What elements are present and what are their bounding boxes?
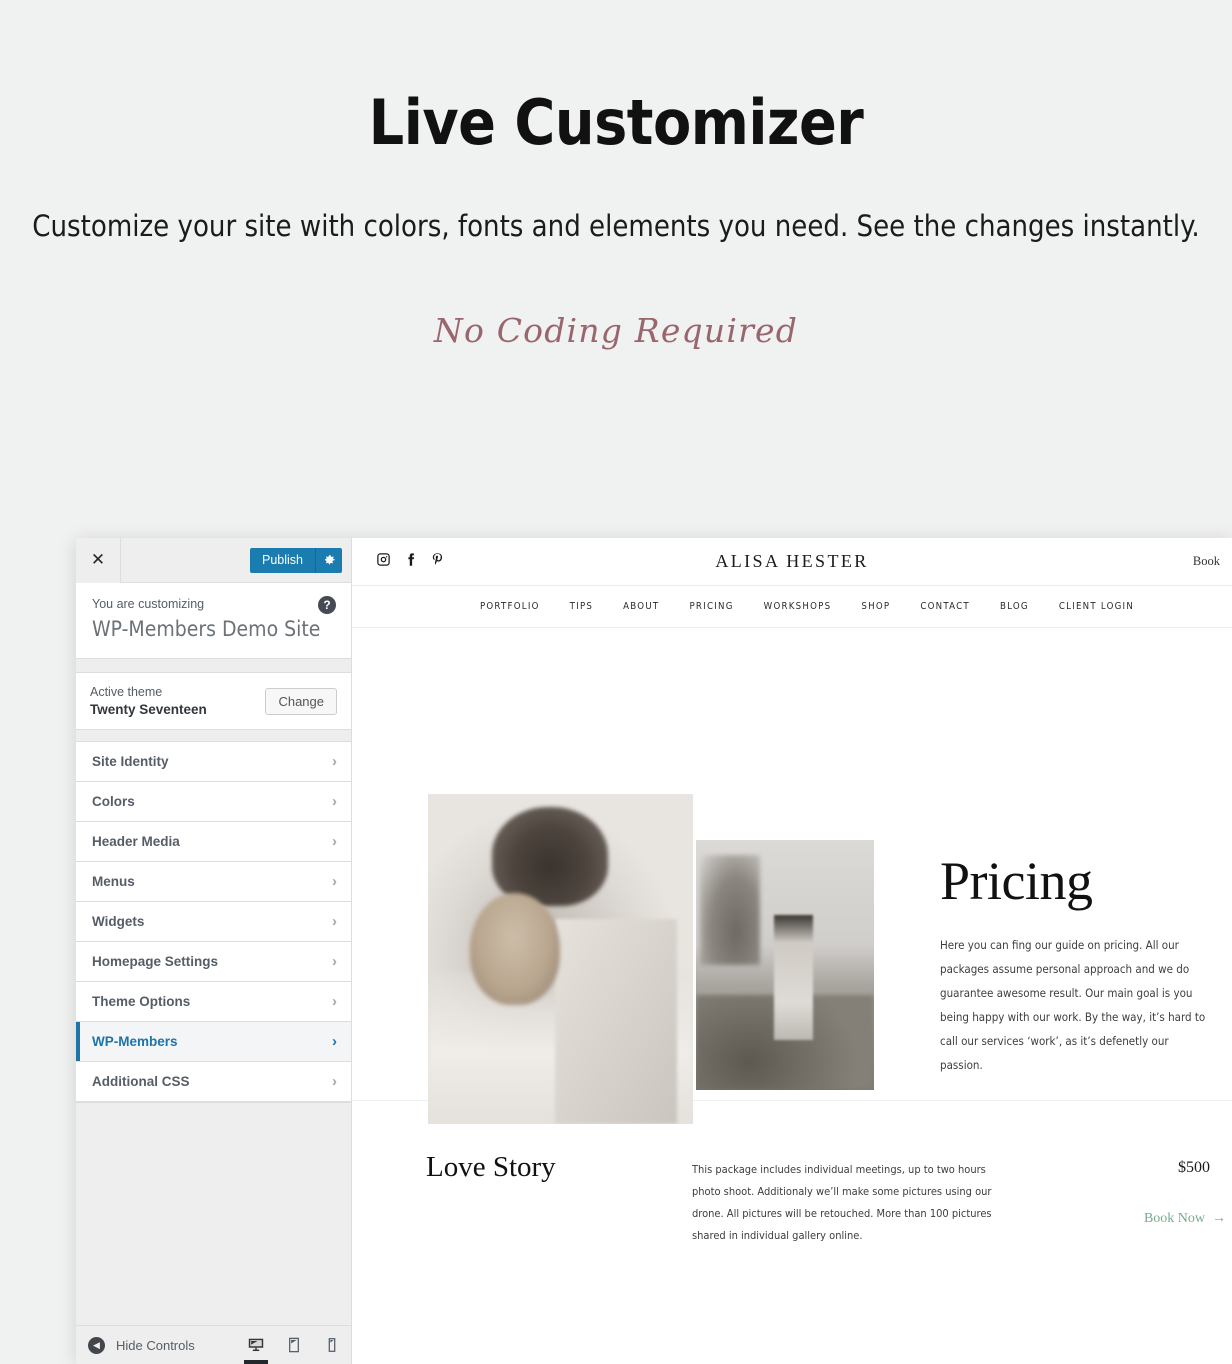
sidebar-item-header-media[interactable]: Header Media › [76,822,351,862]
nav-item-workshops[interactable]: WORKSHOPS [764,601,832,612]
sidebar-item-theme-options[interactable]: Theme Options › [76,982,351,1022]
sidebar-item-wp-members[interactable]: WP-Members › [76,1022,351,1062]
hero-section: Live Customizer Customize your site with… [0,0,1232,350]
pricing-copy: Pricing Here you can fing our guide on p… [940,850,1212,1077]
chevron-right-icon: › [332,1033,337,1050]
nav-item-about[interactable]: ABOUT [623,601,659,612]
publish-button[interactable]: Publish [250,547,315,573]
sidebar-item-label: Colors [92,794,135,809]
nav-item-tips[interactable]: TIPS [570,601,594,612]
pricing-body: Here you can fing our guide on pricing. … [940,938,1206,1072]
nav-item-blog[interactable]: BLOG [1000,601,1029,612]
sidebar-gap [76,659,351,673]
active-theme-text: Active theme Twenty Seventeen [90,685,265,717]
sidebar-gap-2 [76,730,351,742]
hide-controls-button[interactable]: ◀ Hide Controls [88,1336,195,1354]
gear-icon[interactable] [315,547,342,573]
active-theme-name: Twenty Seventeen [90,702,207,717]
tablet-icon[interactable] [275,1326,313,1364]
chevron-right-icon: › [332,1073,337,1090]
page-title: Live Customizer [368,86,864,159]
active-theme-panel: Active theme Twenty Seventeen Change [76,673,351,730]
instagram-icon[interactable] [376,552,391,572]
sidebar-item-homepage-settings[interactable]: Homepage Settings › [76,942,351,982]
collapse-left-icon: ◀ [88,1336,105,1354]
package-price: $500 [1178,1159,1210,1176]
couple-photo-small [696,840,874,1090]
chevron-right-icon: › [332,833,337,850]
mobile-icon[interactable] [313,1326,351,1364]
nav-item-portfolio[interactable]: PORTFOLIO [480,601,540,612]
site-header: ALISA HESTER Book [352,538,1232,586]
change-theme-button[interactable]: Change [265,687,337,715]
help-icon[interactable]: ? [318,596,336,614]
publish-group: Publish [250,547,342,573]
pinterest-icon[interactable] [430,552,445,572]
sidebar-item-label: Additional CSS [92,1074,190,1089]
package-title: Love Story [426,1151,556,1183]
page-root: Live Customizer Customize your site with… [0,0,1232,1364]
sidebar-item-widgets[interactable]: Widgets › [76,902,351,942]
couple-photo-large [428,794,693,1124]
chevron-right-icon: › [332,753,337,770]
customizer-menu: Site Identity › Colors › Header Media › … [76,742,351,1102]
sidebar-item-label: Theme Options [92,994,191,1009]
header-book-link[interactable]: Book [1193,554,1220,569]
nav-item-pricing[interactable]: PRICING [689,601,733,612]
sidebar-item-menus[interactable]: Menus › [76,862,351,902]
customizing-site-name: WP-Members Demo Site [92,617,321,641]
customizing-panel: You are customizing WP-Members Demo Site… [76,583,351,659]
chevron-right-icon: › [332,953,337,970]
chevron-right-icon: › [332,873,337,890]
hide-controls-label: Hide Controls [116,1337,195,1353]
nav-item-contact[interactable]: CONTACT [920,601,970,612]
sidebar-footer: ◀ Hide Controls [76,1325,351,1364]
package-section: Love Story This package includes individ… [352,1101,1232,1343]
arrow-right-icon: → [1212,1211,1226,1226]
hero-script-line: No Coding Required [433,310,799,350]
pricing-title: Pricing [940,851,1093,911]
device-preview-group [237,1326,351,1364]
sidebar-item-colors[interactable]: Colors › [76,782,351,822]
site-preview: ALISA HESTER Book PORTFOLIO TIPS ABOUT P… [352,538,1232,1364]
sidebar-filler [76,1102,351,1325]
book-now-label: Book Now [1143,1211,1205,1226]
facebook-icon[interactable] [403,552,418,572]
chevron-right-icon: › [332,793,337,810]
sidebar-item-label: Homepage Settings [92,954,219,969]
site-nav: PORTFOLIO TIPS ABOUT PRICING WORKSHOPS S… [352,586,1232,628]
sidebar-item-label: Site Identity [92,754,169,769]
desktop-icon[interactable] [237,1326,275,1364]
active-theme-label: Active theme [90,685,163,699]
sidebar-topbar: ✕ Publish [76,538,351,583]
sidebar-item-additional-css[interactable]: Additional CSS › [76,1062,351,1102]
sidebar-item-label: Header Media [92,834,180,849]
social-links [376,552,445,572]
nav-item-shop[interactable]: SHOP [861,601,890,612]
package-description: This package includes individual meeting… [692,1163,992,1242]
pricing-section: Pricing Here you can fing our guide on p… [352,628,1232,1124]
chevron-right-icon: › [332,993,337,1010]
sidebar-item-label: Widgets [92,914,145,929]
customizer-sidebar: ✕ Publish You are customizing WP-Members… [76,538,352,1364]
chevron-right-icon: › [332,913,337,930]
sidebar-item-site-identity[interactable]: Site Identity › [76,742,351,782]
book-now-link[interactable]: Book Now → [1144,1211,1226,1227]
site-logo: ALISA HESTER [715,551,869,571]
customizer-window: ✕ Publish You are customizing WP-Members… [76,538,1232,1364]
sidebar-item-label: WP-Members [92,1034,178,1049]
hero-subtitle: Customize your site with colors, fonts a… [32,209,1200,243]
close-icon[interactable]: ✕ [76,538,121,583]
nav-item-client-login[interactable]: CLIENT LOGIN [1059,601,1134,612]
sidebar-item-label: Menus [92,874,135,889]
customizing-label: You are customizing [92,597,205,611]
